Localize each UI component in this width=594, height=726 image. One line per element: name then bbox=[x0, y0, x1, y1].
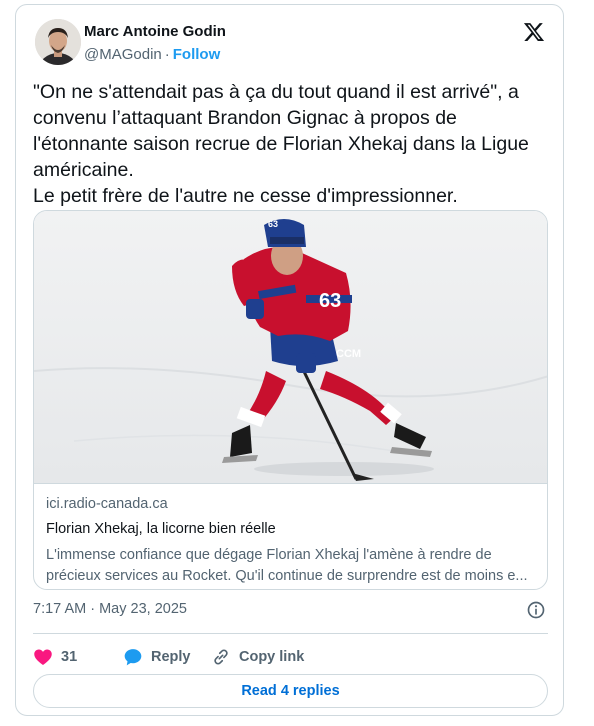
jersey-number: 63 bbox=[319, 290, 341, 312]
tweet-text-line: convenu l’attaquant Brandon Gignac à pro… bbox=[33, 107, 457, 129]
link-title: Florian Xhekaj, la licorne bien réelle bbox=[46, 521, 276, 537]
heart-icon bbox=[34, 649, 52, 665]
divider bbox=[33, 633, 548, 634]
link-preview-meta: ici.radio-canada.ca Florian Xhekaj, la l… bbox=[34, 483, 547, 589]
read-replies-button[interactable]: Read 4 replies bbox=[33, 674, 548, 708]
tweet-text: "On ne s'attendait pas à ça du tout quan… bbox=[33, 79, 553, 209]
helmet-number: 63 bbox=[268, 219, 278, 229]
tweet-text-line: "On ne s'attendait pas à ça du tout quan… bbox=[33, 81, 519, 103]
reply-bubble-icon bbox=[124, 649, 142, 666]
link-icon bbox=[214, 649, 228, 665]
avatar[interactable] bbox=[35, 19, 81, 65]
link-preview-card[interactable]: 63 CCM 63 ici.radio-canada.ca Florian Xh… bbox=[33, 210, 548, 590]
like-button[interactable]: 31 bbox=[33, 645, 77, 669]
copy-link-label: Copy link bbox=[239, 649, 305, 665]
hockey-player-photo: 63 CCM 63 bbox=[34, 211, 547, 483]
like-count: 31 bbox=[61, 649, 78, 665]
copy-link-button[interactable]: Copy link bbox=[211, 645, 304, 669]
avatar-photo-icon bbox=[35, 19, 81, 65]
tweet-actions: 31 Reply Copy link bbox=[33, 645, 548, 669]
info-icon[interactable] bbox=[526, 600, 546, 620]
author-handle-row: @MAGodin · Follow bbox=[84, 46, 220, 63]
x-logo-icon[interactable] bbox=[523, 21, 545, 43]
link-description-line: précieux services au Rocket. Qu'il conti… bbox=[46, 568, 528, 584]
reply-label: Reply bbox=[151, 649, 191, 665]
link-description: L'immense confiance que dégage Florian X… bbox=[46, 545, 536, 587]
reply-button[interactable]: Reply bbox=[123, 645, 191, 669]
link-domain: ici.radio-canada.ca bbox=[46, 496, 168, 512]
jersey-brand: CCM bbox=[336, 348, 361, 360]
tweet-timestamp[interactable]: 7:17 AM · May 23, 2025 bbox=[33, 601, 187, 617]
tweet-text-line: américaine. bbox=[33, 159, 134, 181]
author-name[interactable]: Marc Antoine Godin bbox=[84, 23, 226, 40]
tweet-card: Marc Antoine Godin @MAGodin · Follow "On n… bbox=[15, 4, 564, 716]
link-description-line: L'immense confiance que dégage Florian X… bbox=[46, 547, 492, 563]
author-handle[interactable]: @MAGodin bbox=[84, 46, 162, 63]
tweet-text-line: Le petit frère de l'autre ne cesse d'imp… bbox=[33, 185, 458, 207]
follow-button[interactable]: Follow bbox=[173, 46, 221, 63]
separator-dot: · bbox=[164, 46, 170, 63]
tweet-text-line: l'étonnante saison recrue de Florian Xhe… bbox=[33, 133, 529, 155]
